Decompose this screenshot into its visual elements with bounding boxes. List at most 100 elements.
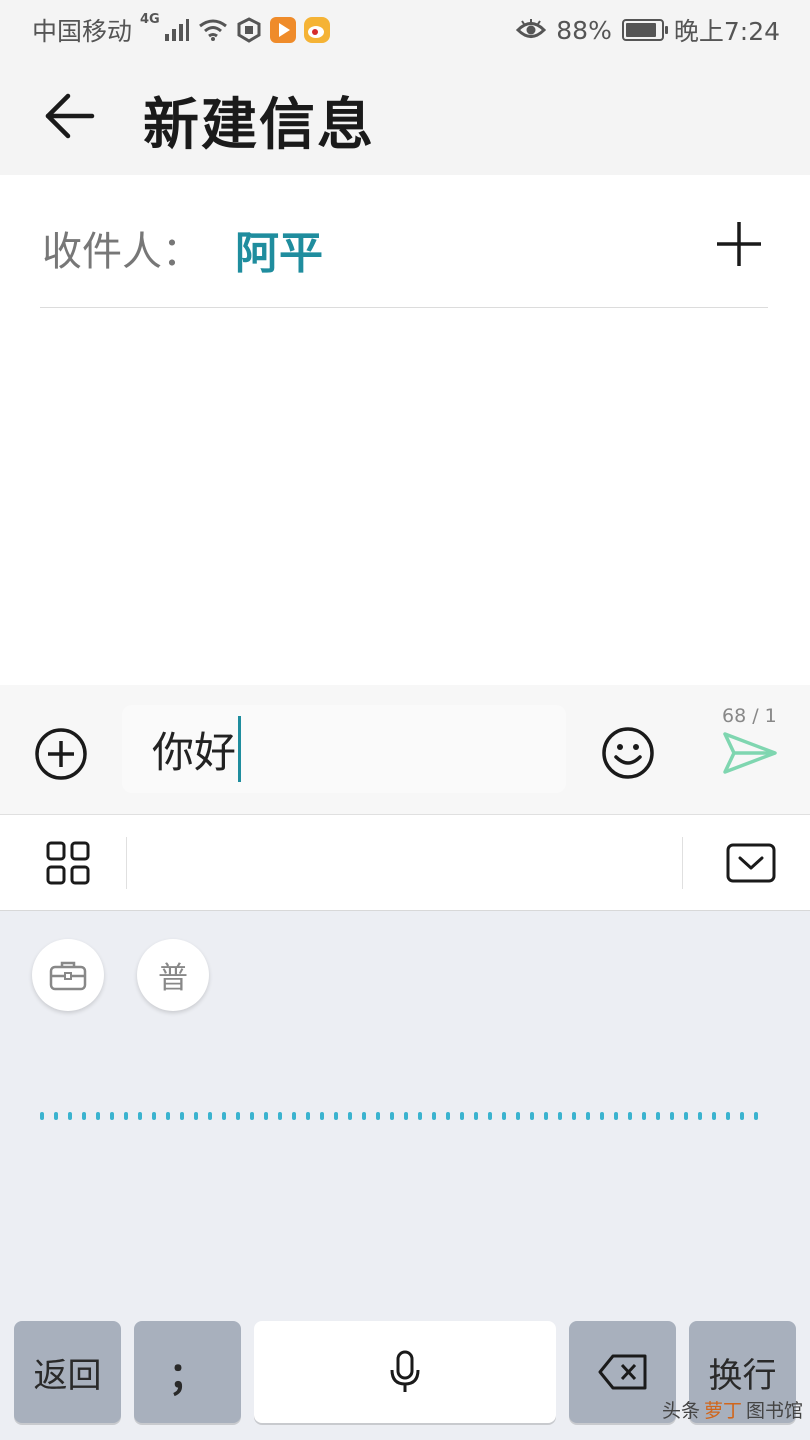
- waveform-dot: [446, 1112, 450, 1120]
- toolbox-icon: [49, 961, 87, 991]
- return-key[interactable]: 返回: [14, 1321, 121, 1423]
- clock: 晚上7:24: [673, 17, 780, 46]
- grid-menu-icon: [46, 841, 90, 885]
- mandarin-language-button[interactable]: 普: [137, 939, 209, 1011]
- waveform-dot: [740, 1112, 744, 1120]
- waveform-dot: [376, 1112, 380, 1120]
- char-counter: 68 / 1: [722, 705, 777, 727]
- waveform-dot: [194, 1112, 198, 1120]
- waveform-dot: [54, 1112, 58, 1120]
- microphone-icon: [390, 1350, 420, 1392]
- waveform-dot: [250, 1112, 254, 1120]
- network-type: 4G: [140, 12, 160, 27]
- text-cursor: [238, 716, 242, 782]
- microphone-key[interactable]: [254, 1321, 556, 1423]
- message-input-bar: 你好 68 / 1: [0, 685, 810, 815]
- waveform-dot: [502, 1112, 506, 1120]
- waveform-dot: [586, 1112, 590, 1120]
- keyboard-hide-button[interactable]: [726, 843, 776, 883]
- recipient-label: 收件人：: [42, 229, 202, 275]
- keyboard-hide-icon: [726, 843, 776, 883]
- video-app-icon: [269, 17, 296, 43]
- waveform-dot: [600, 1112, 604, 1120]
- waveform-dot: [180, 1112, 184, 1120]
- waveform-dot: [306, 1112, 310, 1120]
- recipient-chip[interactable]: 阿平: [235, 217, 323, 281]
- back-button[interactable]: [40, 86, 100, 146]
- waveform-dot: [684, 1112, 688, 1120]
- waveform-dot: [712, 1112, 716, 1120]
- waveform-dot: [138, 1112, 142, 1120]
- waveform-dot: [642, 1112, 646, 1120]
- message-text: 你好: [152, 727, 237, 777]
- backspace-icon: [598, 1354, 646, 1390]
- waveform-dot: [390, 1112, 394, 1120]
- recipient-row[interactable]: 收件人： 阿平: [40, 175, 768, 308]
- waveform-dot: [530, 1112, 534, 1120]
- battery-percent: 88%: [556, 15, 612, 45]
- emoji-button[interactable]: [600, 725, 656, 781]
- arrow-left-icon: [45, 93, 95, 139]
- waveform-dot: [572, 1112, 576, 1120]
- waveform-dot: [348, 1112, 352, 1120]
- watermark-accent: 萝丁: [704, 1400, 743, 1422]
- weibo-icon: [303, 17, 330, 43]
- voice-waveform: [40, 1112, 758, 1120]
- waveform-dot: [82, 1112, 86, 1120]
- keyboard-toolbar: [0, 815, 810, 911]
- waveform-dot: [362, 1112, 366, 1120]
- toolbox-button[interactable]: [32, 939, 104, 1011]
- carrier-label: 中国移动: [32, 17, 133, 46]
- waveform-dot: [166, 1112, 170, 1120]
- waveform-dot: [152, 1112, 156, 1120]
- semicolon-key[interactable]: ；: [134, 1321, 241, 1423]
- attach-button[interactable]: [34, 727, 88, 781]
- message-input[interactable]: 你好: [122, 705, 566, 793]
- watermark: 头条 萝丁 图书馆: [662, 1396, 803, 1423]
- keyboard-menu-button[interactable]: [46, 841, 90, 885]
- waveform-dot: [628, 1112, 632, 1120]
- waveform-dot: [474, 1112, 478, 1120]
- backspace-key[interactable]: [569, 1321, 676, 1423]
- smiley-icon: [602, 727, 654, 779]
- status-right: 88% 晚上7:24: [516, 12, 780, 48]
- waveform-dot: [404, 1112, 408, 1120]
- battery-icon: [621, 19, 668, 41]
- compose-area: 收件人： 阿平: [0, 175, 810, 685]
- waveform-dot: [320, 1112, 324, 1120]
- waveform-dot: [222, 1112, 226, 1120]
- cell-signal-icon: [164, 19, 189, 41]
- waveform-dot: [516, 1112, 520, 1120]
- waveform-dot: [236, 1112, 240, 1120]
- eye-comfort-icon: [516, 19, 547, 38]
- waveform-dot: [460, 1112, 464, 1120]
- waveform-dot: [40, 1112, 44, 1120]
- wifi-icon: [198, 19, 227, 41]
- waveform-dot: [670, 1112, 674, 1120]
- watermark-prefix: 头条: [662, 1400, 701, 1422]
- shield-app-icon: [237, 17, 261, 43]
- waveform-dot: [292, 1112, 296, 1120]
- waveform-dot: [124, 1112, 128, 1120]
- voice-keyboard: 普 返回 ； 换行: [0, 911, 810, 1440]
- waveform-dot: [68, 1112, 72, 1120]
- waveform-dot: [418, 1112, 422, 1120]
- waveform-dot: [754, 1112, 758, 1120]
- send-button[interactable]: [722, 731, 778, 775]
- waveform-dot: [334, 1112, 338, 1120]
- status-left: 中国移动 4G: [32, 12, 330, 48]
- page-title: 新建信息: [143, 93, 375, 158]
- waveform-dot: [278, 1112, 282, 1120]
- waveform-dot: [656, 1112, 660, 1120]
- watermark-suffix: 图书馆: [746, 1400, 804, 1422]
- add-recipient-button[interactable]: [714, 219, 764, 269]
- app-header: 新建信息: [0, 56, 810, 175]
- plus-icon: [717, 222, 761, 266]
- waveform-dot: [544, 1112, 548, 1120]
- waveform-dot: [488, 1112, 492, 1120]
- toolbar-divider: [126, 837, 127, 889]
- waveform-dot: [208, 1112, 212, 1120]
- plus-circle-icon: [35, 728, 87, 780]
- waveform-dot: [96, 1112, 100, 1120]
- waveform-dot: [558, 1112, 562, 1120]
